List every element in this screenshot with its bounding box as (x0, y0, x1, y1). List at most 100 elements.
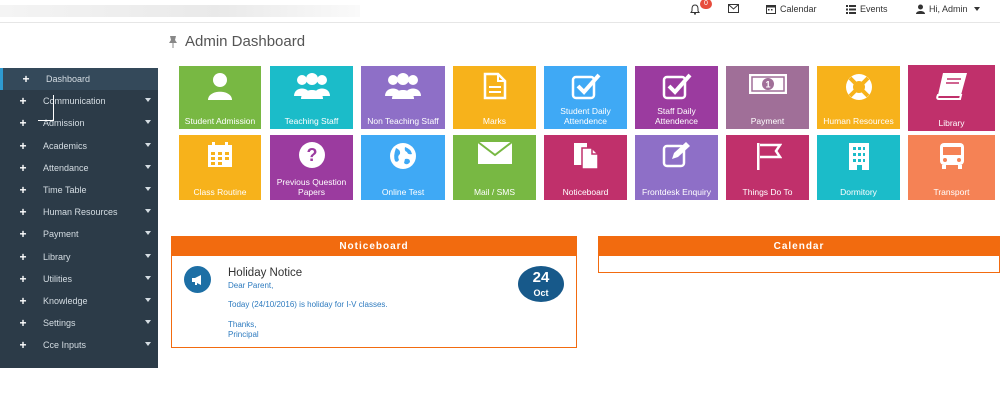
tile-mail-sms[interactable]: Mail / SMS (453, 135, 536, 200)
tile-frontdesk-enquiry[interactable]: Frontdesk Enquiry (635, 135, 718, 200)
messages-button[interactable] (728, 4, 739, 13)
tile-library[interactable]: Library (908, 65, 995, 131)
tile-noticeboard[interactable]: Noticeboard (544, 135, 627, 200)
sidebar-item-label: Academics (43, 140, 88, 151)
sidebar-item-label: Utilities (43, 273, 73, 284)
tile-dormitory[interactable]: Dormitory (817, 135, 900, 200)
chevron-down-icon (145, 98, 151, 103)
list-icon (846, 4, 856, 14)
group-icon (361, 72, 445, 100)
tile-staff-daily-attendence[interactable]: Staff Daily Attendence (635, 66, 718, 129)
notice-line: Principal (228, 330, 259, 339)
sidebar-item-utilities[interactable]: + Utilities (0, 268, 158, 290)
tile-label: Payment (750, 116, 785, 126)
plus-icon: + (19, 227, 27, 242)
chevron-down-icon (145, 209, 151, 214)
tile-label: Library (938, 118, 965, 128)
tile-label: Dormitory (840, 187, 877, 197)
user-menu[interactable]: Hi, Admin (916, 4, 980, 14)
plus-icon: + (19, 249, 27, 264)
page-title: Admin Dashboard (167, 33, 305, 50)
pushpin-icon (169, 35, 177, 48)
chevron-down-icon (145, 253, 151, 258)
tile-transport[interactable]: Transport (908, 135, 995, 200)
tile-label: Noticeboard (562, 187, 609, 197)
chevron-down-icon (145, 120, 151, 125)
tile-teaching-staff[interactable]: Teaching Staff (270, 66, 353, 129)
building-icon (817, 141, 900, 171)
noticeboard-panel: Noticeboard Holiday Notice Dear Parent, … (171, 236, 577, 348)
money-icon: 1 (726, 72, 809, 96)
tile-non-teaching-staff[interactable]: Non Teaching Staff (361, 66, 445, 129)
plus-icon: + (22, 72, 30, 87)
events-link[interactable]: Events (846, 4, 888, 14)
notice-date-month: Oct (533, 288, 549, 298)
sidebar-item-settings[interactable]: + Settings (0, 312, 158, 334)
calendar-link[interactable]: Calendar (766, 4, 817, 14)
page-title-text: Admin Dashboard (185, 33, 306, 50)
tile-label: Class Routine (193, 187, 247, 197)
tile-label: Student Admission (184, 116, 256, 126)
sidebar-item-label: Human Resources (43, 207, 118, 218)
sidebar-item-label: Dashboard (46, 74, 91, 85)
tile-label: Previous Question Papers (276, 177, 347, 197)
sidebar-item-academics[interactable]: + Academics (0, 135, 158, 157)
tile-label: Mail / SMS (473, 187, 516, 197)
notification-count-badge: 0 (700, 0, 712, 9)
tile-student-admission[interactable]: Student Admission (179, 66, 261, 129)
chevron-down-icon (145, 164, 151, 169)
sidebar-item-payment[interactable]: + Payment (0, 223, 158, 245)
notice-line: Dear Parent, (228, 281, 274, 290)
plus-icon: + (19, 160, 27, 175)
tile-payment[interactable]: 1 Payment (726, 66, 809, 129)
tile-previous-question-papers[interactable]: ? Previous Question Papers (270, 135, 353, 200)
tile-marks[interactable]: Marks (453, 66, 536, 129)
group-icon (270, 72, 353, 100)
chevron-down-icon (145, 186, 151, 191)
tile-class-routine[interactable]: Class Routine (179, 135, 261, 200)
sidebar-item-library[interactable]: + Library (0, 246, 158, 268)
tile-label: Frontdesk Enquiry (642, 187, 711, 197)
sidebar-item-label: Time Table (43, 185, 87, 196)
plus-icon: + (19, 183, 27, 198)
notice-title[interactable]: Holiday Notice (228, 267, 302, 279)
notice-date-day: 24 (532, 269, 550, 286)
sidebar-item-attendance[interactable]: + Attendance (0, 157, 158, 179)
sidebar-item-human-resources[interactable]: + Human Resources (0, 201, 158, 223)
bus-icon (908, 141, 995, 171)
sidebar-item-label: Knowledge (43, 295, 88, 306)
sidebar-item-dashboard[interactable]: + Dashboard (0, 68, 158, 91)
edit-icon (635, 141, 718, 169)
tile-student-daily-attendence[interactable]: Student Daily Attendence (544, 66, 627, 129)
tile-label: Online Test (381, 187, 425, 197)
document-icon (453, 72, 536, 100)
tile-label: Marks (482, 116, 507, 126)
sidebar-item-time-table[interactable]: + Time Table (0, 179, 158, 201)
sidebar-item-communication[interactable]: + Communication (0, 90, 158, 112)
sidebar-item-knowledge[interactable]: + Knowledge (0, 290, 158, 312)
sidebar-item-admission[interactable]: + Admission (0, 112, 158, 134)
sidebar-item-cce-inputs[interactable]: + Cce Inputs (0, 334, 158, 356)
mouse-cursor (38, 95, 54, 121)
tile-label: Teaching Staff (284, 116, 339, 126)
plus-icon: + (19, 271, 27, 286)
globe-icon (361, 141, 445, 171)
lifebuoy-icon (817, 72, 900, 102)
notice-line: Thanks, (228, 320, 257, 329)
tile-things-do-to[interactable]: Things Do To (726, 135, 809, 200)
sidebar-item-label: Attendance (43, 162, 89, 173)
flag-icon (726, 141, 809, 171)
plus-icon: + (19, 138, 27, 153)
sidebar-item-label: Library (43, 251, 71, 262)
sidebar-item-label: Cce Inputs (43, 340, 87, 351)
tile-human-resources[interactable]: Human Resources (817, 66, 900, 129)
notifications-button[interactable] (690, 4, 700, 15)
student-icon (179, 72, 261, 100)
question-icon: ? (270, 141, 353, 169)
sidebar-item-label: Payment (43, 229, 79, 240)
plus-icon: + (19, 316, 27, 331)
plus-icon: + (19, 94, 27, 109)
svg-text:?: ? (306, 145, 317, 165)
megaphone-icon (184, 266, 211, 293)
tile-online-test[interactable]: Online Test (361, 135, 445, 200)
